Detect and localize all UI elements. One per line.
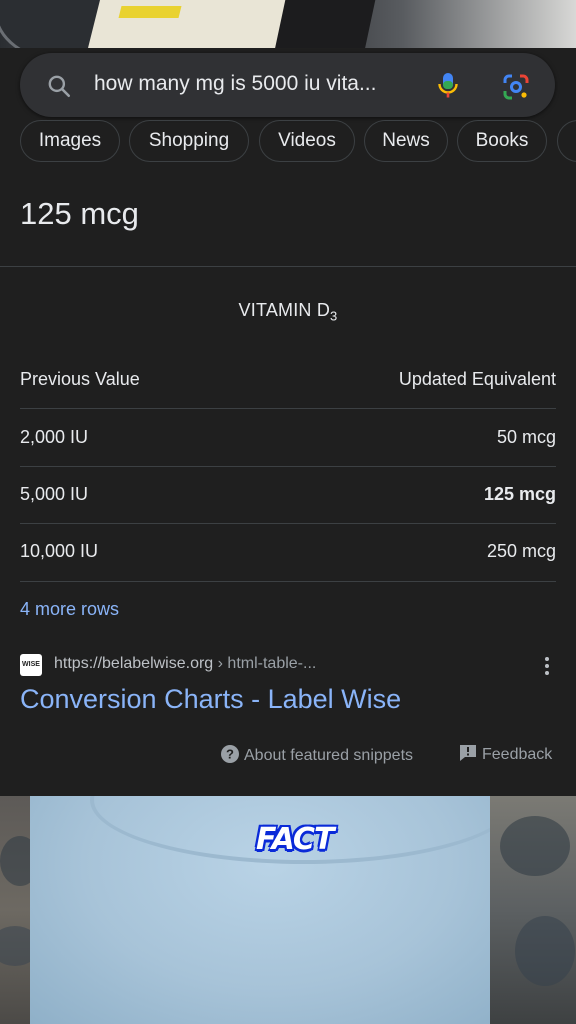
more-rows-link[interactable]: 4 more rows xyxy=(20,599,119,620)
caption-text: FACT xyxy=(256,822,334,857)
tab-books[interactable]: Books xyxy=(457,120,547,162)
featured-answer: 125 mcg xyxy=(20,196,139,231)
search-input[interactable]: how many mg is 5000 iu vita... xyxy=(94,72,376,96)
divider xyxy=(0,266,576,267)
tab-news[interactable]: News xyxy=(364,120,448,162)
search-icon xyxy=(48,75,71,98)
search-results-panel: how many mg is 5000 iu vita... Images Sh… xyxy=(0,48,576,796)
row-divider xyxy=(20,408,556,409)
table-cell-previous: 5,000 IU xyxy=(20,484,89,504)
device-image xyxy=(273,0,377,54)
table-cell-previous: 10,000 IU xyxy=(20,541,99,561)
svg-text:?: ? xyxy=(226,747,234,762)
row-divider xyxy=(20,523,556,524)
tab-images[interactable]: Images xyxy=(20,120,120,162)
feedback-button[interactable]: Feedback xyxy=(459,744,552,764)
tab-videos[interactable]: Videos xyxy=(259,120,355,162)
result-title-link[interactable]: Conversion Charts - Label Wise xyxy=(20,684,401,715)
table-cell-updated-highlighted: 125 mcg xyxy=(483,484,556,504)
row-divider xyxy=(20,581,556,582)
table-title: VITAMIN D3 xyxy=(238,300,338,324)
search-tabs: Images Shopping Videos News Books xyxy=(20,120,576,166)
source-line[interactable]: WISE https://belabelwise.org › html-tabl… xyxy=(20,652,556,676)
header-previous-value: Previous Value xyxy=(20,369,140,389)
more-options-icon[interactable] xyxy=(542,656,552,676)
label-paper-image xyxy=(87,0,293,50)
help-icon: ? xyxy=(221,745,239,763)
tab-shopping[interactable]: Shopping xyxy=(129,120,249,162)
tattooed-arm-right xyxy=(490,796,576,1024)
header-updated-equivalent: Updated Equivalent xyxy=(398,369,556,389)
table-cell-previous: 2,000 IU xyxy=(20,427,89,447)
row-divider xyxy=(20,466,556,467)
search-bar[interactable]: how many mg is 5000 iu vita... xyxy=(20,53,555,117)
table-cell-updated: 250 mcg xyxy=(486,541,556,561)
source-url: https://belabelwise.org › html-table-... xyxy=(54,655,317,672)
about-featured-snippets[interactable]: ? About featured snippets xyxy=(220,744,413,765)
table-cell-updated: 50 mcg xyxy=(496,427,556,447)
tab-overflow[interactable] xyxy=(557,120,576,162)
site-favicon-icon: WISE xyxy=(20,654,42,676)
google-lens-icon[interactable] xyxy=(502,73,530,101)
label-stripe-image xyxy=(118,6,182,18)
microphone-icon[interactable] xyxy=(436,71,460,101)
feedback-icon xyxy=(460,745,476,761)
